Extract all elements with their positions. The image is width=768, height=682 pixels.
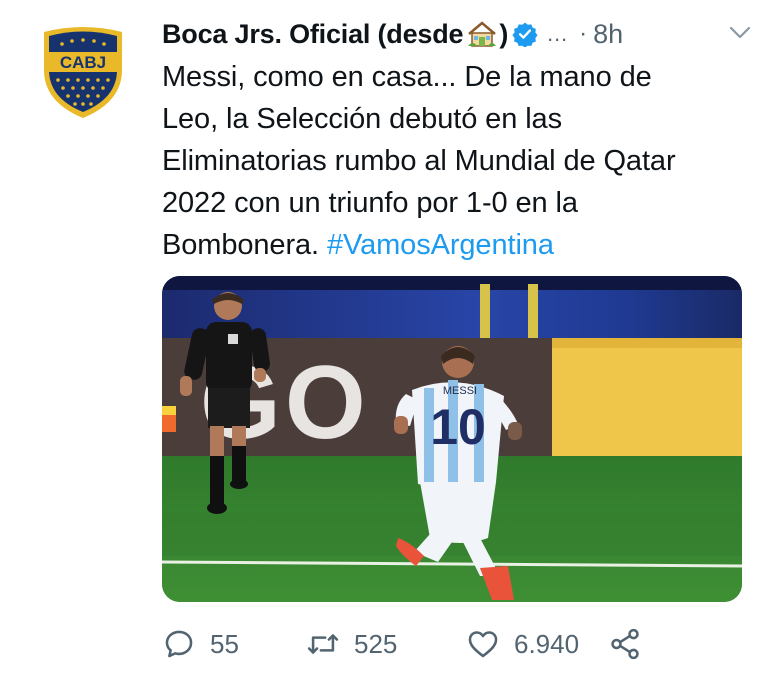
share-icon [611,628,639,660]
avatar[interactable]: CABJ [40,24,126,120]
time-separator: · [579,20,588,47]
reply-button[interactable]: 55 [162,624,239,664]
tweet-action-bar: 55 525 6.940 [162,624,662,664]
tweet-time[interactable]: 8h [593,19,623,50]
like-count: 6.940 [514,628,580,659]
verified-badge-icon [512,22,538,47]
reply-icon [165,630,193,658]
house-emoji-icon [468,21,497,47]
tweet-text-line: Messi, como en casa... De la mano de [162,61,652,93]
reply-count: 55 [210,628,239,659]
tweet-text: Messi, como en casa... De la mano de Leo… [162,56,752,266]
retweet-icon [307,634,339,654]
retweet-count: 525 [354,628,398,659]
like-icon [468,631,498,658]
retweet-button[interactable]: 525 [306,624,397,664]
share-button[interactable] [608,624,642,664]
truncation-ellipsis: … [546,21,570,46]
tweet-text-fragment: Bombonera. [162,229,319,261]
jersey-name: MESSI [443,385,477,397]
boca-crest-icon: CABJ [44,27,122,118]
jersey-number: 10 [430,399,486,455]
tweet-text-line: Eliminatorias rumbo al Mundial de Qatar [162,145,676,177]
tweet-text-line: 2022 con un triunfo por 1-0 en la [162,187,578,219]
tweet-text-line: Leo, la Selección debutó en las [162,103,562,135]
like-button[interactable]: 6.940 [466,624,579,664]
author-name[interactable]: Boca Jrs. Oficial (desde [162,19,464,50]
chevron-down-icon[interactable] [728,22,752,42]
tweet-header: Boca Jrs. Oficial (desde ) … · 8h [162,16,752,52]
hashtag-link[interactable]: #VamosArgentina [327,229,554,261]
author-name-suffix: ) [499,18,509,49]
avatar-text: CABJ [60,53,106,72]
tweet-text-line-last: Bombonera. #VamosArgentina [162,224,752,266]
tweet-media-photo[interactable]: GO MESSI 10 [162,276,742,602]
photo-illustration: GO MESSI 10 [162,276,742,602]
